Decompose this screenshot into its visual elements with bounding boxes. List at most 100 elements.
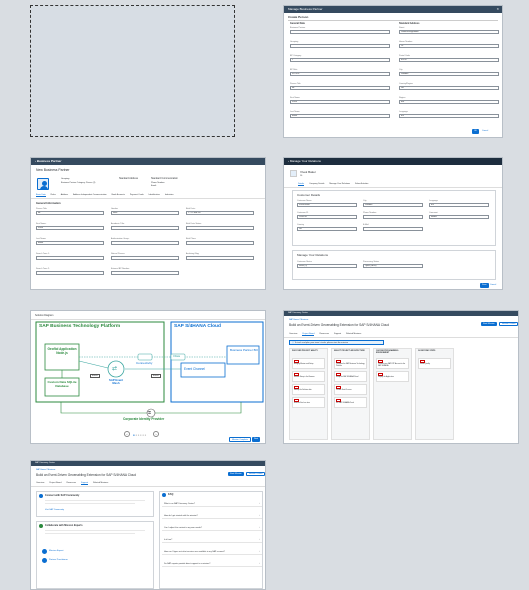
- tab-item[interactable]: Resources: [66, 482, 76, 485]
- field-input[interactable]: [186, 256, 254, 260]
- mission-complete-button[interactable]: Mission Complete: [229, 437, 251, 442]
- expert-name-1[interactable]: Mission Expert: [49, 550, 63, 552]
- select-input[interactable]: Silver (3): [297, 264, 357, 268]
- window-title: Manage Business Partner: [288, 7, 323, 11]
- faq-item[interactable]: Can I adjust the content to my own needs…: [162, 525, 262, 531]
- field-input[interactable]: Vivek Baker: [297, 203, 357, 207]
- field-input[interactable]: EN: [429, 203, 489, 207]
- mission-details-button[interactable]: Mission Details: [499, 322, 518, 326]
- tab-item[interactable]: Address Independent Communication: [73, 194, 106, 197]
- start-mission-button[interactable]: Start Mission: [228, 472, 244, 476]
- faq-item[interactable]: What is an SAP Discovery Center? ›: [162, 501, 262, 507]
- field-input[interactable]: BW: [399, 100, 499, 104]
- board-card[interactable]: ● Deploy the Application: [376, 371, 409, 382]
- field-input[interactable]: Dietmar-Hopp-Allee: [399, 30, 499, 34]
- faq-item[interactable]: Is it free? ›: [162, 537, 262, 543]
- field-input[interactable]: DE: [297, 227, 357, 231]
- board-card[interactable]: ● Setup the SAP S/4HANA Cloud: [334, 371, 367, 382]
- tab-item[interactable]: Manage Your Relations: [329, 183, 350, 186]
- mission-details-button[interactable]: Mission Details: [246, 472, 265, 476]
- field-input[interactable]: Mr.: [36, 211, 104, 215]
- tab-item[interactable]: Roles: [51, 194, 56, 197]
- tab-item[interactable]: Identification: [149, 194, 160, 197]
- field-input[interactable]: [186, 226, 254, 230]
- tab-item[interactable]: Sales Activities: [355, 183, 368, 186]
- tab-item[interactable]: Related Missions: [93, 482, 108, 485]
- field-input[interactable]: 16: [399, 44, 499, 48]
- event-label-1: Event: [90, 374, 100, 379]
- select-input[interactable]: Open (NEW): [363, 264, 423, 268]
- field-input[interactable]: [36, 271, 104, 275]
- carousel-prev-icon[interactable]: ‹: [124, 431, 130, 437]
- tab-item[interactable]: Support: [334, 333, 341, 336]
- tab-item[interactable]: Company Details: [309, 183, 324, 186]
- faq-item[interactable]: How can I figure out what services are a…: [162, 549, 262, 555]
- faq-item[interactable]: How do I get started with the mission? ›: [162, 513, 262, 519]
- field-label: Birth Place:: [186, 238, 197, 240]
- cancel-button[interactable]: Cancel: [480, 129, 490, 134]
- field-input[interactable]: [363, 227, 423, 231]
- field-input[interactable]: DE: [399, 86, 499, 90]
- field-input[interactable]: [290, 30, 390, 34]
- board-card[interactable]: ● Identify the Solution data: [292, 384, 325, 395]
- cancel-button[interactable]: Cancel: [488, 283, 498, 288]
- status-badge: ●: [336, 399, 341, 402]
- tab-item[interactable]: Related Missions: [346, 333, 361, 336]
- tab-item[interactable]: Support: [81, 482, 89, 485]
- field-input[interactable]: [111, 241, 179, 245]
- board-card[interactable]: ● Set SAP S/4HANA Cloud: [334, 397, 367, 408]
- board-card[interactable]: ● Connect your SAP BTP Account to the SAP…: [376, 358, 409, 369]
- field-input[interactable]: 1000218: [297, 215, 357, 219]
- tab-item[interactable]: Payment Cards: [130, 194, 144, 197]
- tab-item[interactable]: Project Board: [302, 333, 315, 336]
- business-partner-screenshot: ‹ Business Partner New Business Partner …: [30, 157, 266, 290]
- field-input[interactable]: Vivek: [36, 226, 104, 230]
- field-input[interactable]: [186, 241, 254, 245]
- start-mission-button[interactable]: Start Mission: [481, 322, 497, 326]
- board-card[interactable]: ● Bringing Mission and Setup: [292, 358, 325, 369]
- carousel-next-icon[interactable]: ›: [153, 431, 159, 437]
- board-card[interactable]: ● Mission Setup in the Browser: [292, 371, 325, 382]
- field-input[interactable]: [111, 226, 179, 230]
- tab-item[interactable]: Resources: [319, 333, 329, 336]
- close-icon[interactable]: ✕: [496, 6, 499, 13]
- community-link[interactable]: Visit SAP Community: [45, 509, 64, 511]
- board-card[interactable]: ● Configure the SAP Business Technology P…: [334, 358, 367, 369]
- tab-item[interactable]: Industries: [165, 194, 174, 197]
- board-card[interactable]: ● Custom Data Process: [334, 384, 367, 395]
- field-input[interactable]: FLCU01: [290, 72, 390, 76]
- tab-item[interactable]: Overview: [36, 482, 44, 485]
- tab-item[interactable]: Address: [61, 194, 68, 197]
- tab-item[interactable]: Overview: [289, 333, 297, 336]
- board-card[interactable]: ● Execute Final run time: [292, 397, 325, 408]
- breadcrumb[interactable]: SAP Home / Missions: [36, 469, 55, 471]
- field-input[interactable]: Walldorf: [363, 203, 423, 207]
- next-button[interactable]: Next: [252, 437, 261, 442]
- tab-item[interactable]: Basic Data: [36, 194, 46, 197]
- field-input[interactable]: Mr.: [290, 86, 390, 90]
- field-input[interactable]: [363, 215, 423, 219]
- tab-item[interactable]: Details: [298, 183, 305, 186]
- field-input[interactable]: Walldorf: [399, 72, 499, 76]
- field-label: Business Partner: [290, 27, 306, 29]
- field-input[interactable]: 69190: [399, 58, 499, 62]
- field-input[interactable]: [290, 44, 390, 48]
- field-input[interactable]: [111, 256, 179, 260]
- breadcrumb[interactable]: SAP Home / Missions: [289, 319, 308, 321]
- tab-item[interactable]: Bank Accounts: [112, 194, 125, 197]
- board-card[interactable]: ● Define Quality: [418, 358, 451, 369]
- expert-name-2[interactable]: Partner Practitioner: [49, 559, 68, 561]
- field-input[interactable]: EN: [399, 114, 499, 118]
- field-input[interactable]: Male: [111, 211, 179, 215]
- field-input[interactable]: Vivek: [290, 100, 390, 104]
- field-input[interactable]: [36, 256, 104, 260]
- field-input[interactable]: [111, 271, 179, 275]
- tab-item[interactable]: Project Board: [49, 482, 61, 485]
- faq-item[interactable]: Do SAP experts provide direct support to…: [162, 561, 262, 567]
- field-input[interactable]: 1: [290, 58, 390, 62]
- field-input[interactable]: YYYY-MM-DD: [186, 211, 254, 215]
- ok-button[interactable]: OK: [472, 129, 479, 134]
- field-input[interactable]: Baker: [290, 114, 390, 118]
- field-input[interactable]: added: [429, 215, 489, 219]
- field-input[interactable]: Baker: [36, 241, 104, 245]
